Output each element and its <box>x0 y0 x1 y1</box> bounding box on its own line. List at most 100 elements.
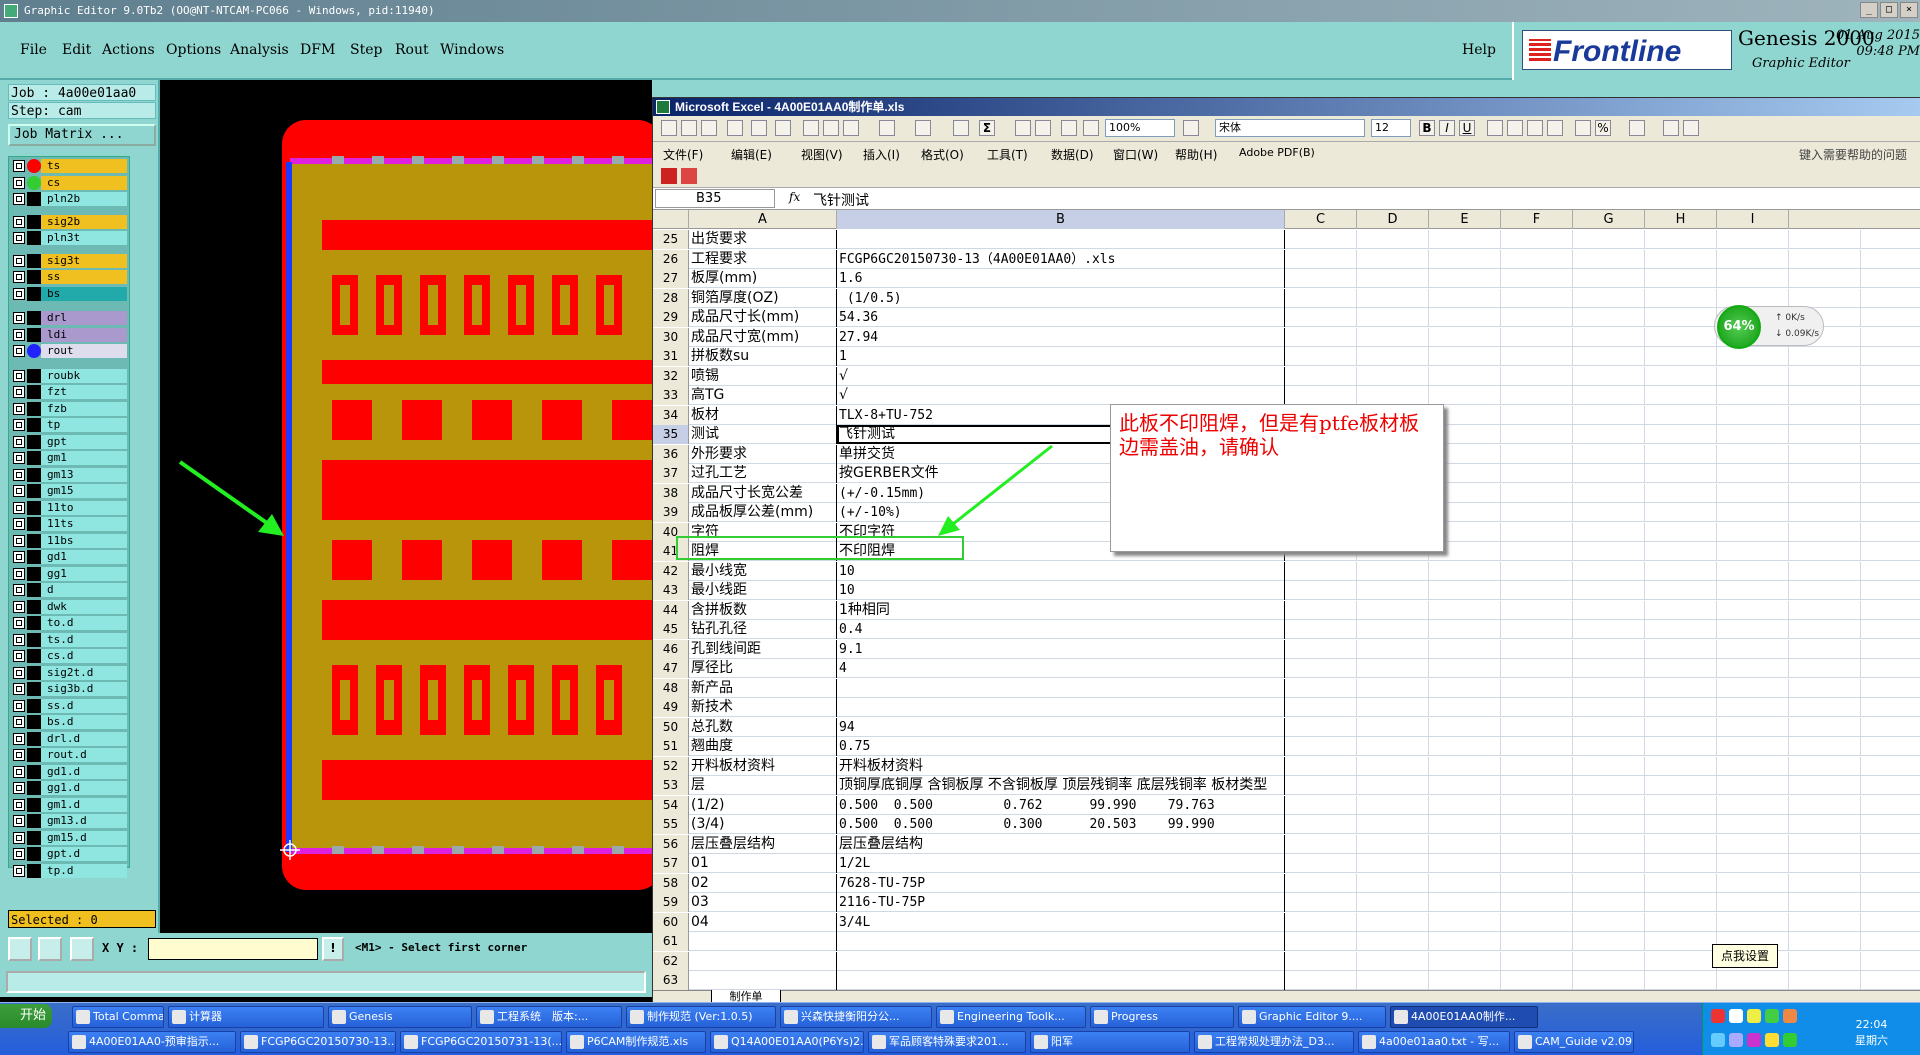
empty-cells[interactable] <box>1285 951 1920 971</box>
tray-icon-2[interactable] <box>1747 1009 1761 1023</box>
row-header[interactable]: 45 <box>653 620 689 639</box>
layer-checkbox[interactable] <box>13 831 25 844</box>
layer-row-d[interactable]: d <box>11 583 128 597</box>
empty-cells[interactable] <box>1285 288 1920 308</box>
row-header[interactable]: 37 <box>653 464 689 483</box>
cell-b[interactable]: 7628-TU-75P <box>837 873 1285 893</box>
layer-name[interactable]: d <box>41 583 127 597</box>
tray-icon-1[interactable] <box>1729 1009 1743 1023</box>
taskbar-button[interactable]: 兴森快捷衡阳分公... <box>780 1006 932 1028</box>
layer-swatch[interactable] <box>27 566 41 581</box>
layer-name[interactable]: gpt.d <box>41 847 127 861</box>
layer-name[interactable]: gg1 <box>41 566 127 581</box>
cell-a[interactable]: 喷锡 <box>689 366 837 386</box>
layer-swatch[interactable] <box>27 368 41 383</box>
cell-b[interactable]: √ <box>837 366 1285 386</box>
layer-checkbox[interactable] <box>13 501 25 514</box>
layer-checkbox[interactable] <box>13 271 25 283</box>
layer-row-gd1[interactable]: gd1 <box>11 550 128 564</box>
tray-icon-6[interactable] <box>1729 1033 1743 1047</box>
layer-swatch[interactable] <box>27 467 41 482</box>
empty-cells[interactable] <box>1285 581 1920 600</box>
layer-swatch[interactable] <box>27 830 41 845</box>
excel-menu-insert[interactable]: 插入(I) <box>863 146 900 163</box>
layer-swatch[interactable] <box>27 311 41 325</box>
layer-row-ts[interactable]: ts <box>11 159 128 173</box>
layer-swatch[interactable] <box>27 214 41 229</box>
cell-b[interactable]: 0.4 <box>837 620 1285 639</box>
cell-a[interactable]: 04 <box>689 912 837 932</box>
empty-cells[interactable] <box>1285 230 1920 249</box>
row-header[interactable]: 38 <box>653 483 689 503</box>
taskbar-button[interactable]: 制作规范 (Ver:1.0.5) <box>626 1006 776 1028</box>
layer-checkbox[interactable] <box>13 215 25 228</box>
column-header-H[interactable]: H <box>1645 210 1717 229</box>
italic-icon[interactable]: I <box>1439 120 1455 136</box>
empty-cells[interactable] <box>1285 893 1920 912</box>
excel-menu-help[interactable]: 帮助(H) <box>1175 146 1217 163</box>
layer-checkbox[interactable] <box>13 600 25 613</box>
layer-row-ldi[interactable]: ldi <box>11 327 128 342</box>
tray-icon-7[interactable] <box>1747 1033 1761 1047</box>
cell-b[interactable] <box>837 698 1285 717</box>
tray-icon-3[interactable] <box>1765 1009 1779 1023</box>
row-header[interactable]: 58 <box>653 873 689 893</box>
layer-name[interactable]: sig3b.d <box>41 682 127 696</box>
layer-swatch[interactable] <box>27 550 41 564</box>
layer-checkbox[interactable] <box>13 160 25 172</box>
row-header[interactable]: 34 <box>653 405 689 425</box>
empty-cells[interactable] <box>1285 639 1920 659</box>
layer-name[interactable]: bs <box>41 286 127 301</box>
outdent-icon[interactable] <box>1683 120 1699 136</box>
layer-row-ts-d[interactable]: ts.d <box>11 632 128 647</box>
layer-row-roubk[interactable]: roubk <box>11 368 128 383</box>
layer-name[interactable]: rout.d <box>41 748 127 762</box>
cell-b[interactable]: 4 <box>837 659 1285 678</box>
layer-checkbox[interactable] <box>13 864 25 877</box>
layer-checkbox[interactable] <box>13 765 25 778</box>
layer-checkbox[interactable] <box>13 435 25 448</box>
sort-desc-icon[interactable] <box>1035 120 1051 136</box>
column-header-A[interactable]: A <box>689 210 837 229</box>
job-matrix-button[interactable]: Job Matrix ... <box>8 124 156 146</box>
cell-b[interactable] <box>837 230 1285 249</box>
layer-checkbox[interactable] <box>13 402 25 415</box>
layer-checkbox[interactable] <box>13 716 25 728</box>
excel-menu-file[interactable]: 文件(F) <box>663 146 703 163</box>
layer-name[interactable]: gm15.d <box>41 830 127 845</box>
cell-a[interactable]: 板厚(mm) <box>689 269 837 288</box>
cell-a[interactable]: (1/2) <box>689 795 837 815</box>
row-header[interactable]: 33 <box>653 386 689 405</box>
cell-a[interactable]: (3/4) <box>689 815 837 834</box>
row-header[interactable]: 54 <box>653 795 689 815</box>
layer-checkbox[interactable] <box>13 287 25 300</box>
empty-cells[interactable] <box>1285 756 1920 776</box>
layer-swatch[interactable] <box>27 583 41 597</box>
layer-name[interactable]: sig2b <box>41 214 127 229</box>
layer-swatch[interactable] <box>27 715 41 729</box>
formula-input[interactable]: 飞针测试 <box>813 190 869 210</box>
empty-cells[interactable] <box>1285 873 1920 893</box>
layer-swatch[interactable] <box>27 418 41 432</box>
layer-row-gpt-d[interactable]: gpt.d <box>11 847 128 861</box>
help-question-box[interactable]: 键入需要帮助的问题 <box>1799 146 1907 163</box>
row-header[interactable]: 55 <box>653 815 689 834</box>
row-header[interactable]: 62 <box>653 951 689 971</box>
hyperlink-icon[interactable] <box>953 120 969 136</box>
taskbar-button[interactable]: FCGP6GC20150731-13(... <box>400 1031 562 1053</box>
layer-row-ss[interactable]: ss <box>11 270 128 284</box>
chart-icon[interactable] <box>1061 120 1077 136</box>
layer-row-drl-d[interactable]: drl.d <box>11 731 128 746</box>
pdf-mail-icon[interactable] <box>681 168 697 184</box>
select-all-corner[interactable] <box>653 210 689 229</box>
cell-b[interactable]: 1.6 <box>837 269 1285 288</box>
autosum-icon[interactable]: Σ <box>979 120 995 136</box>
layer-swatch[interactable] <box>27 863 41 878</box>
cell-b[interactable]: 层压叠层结构 <box>837 834 1285 854</box>
row-header[interactable]: 36 <box>653 444 689 464</box>
layer-name[interactable]: ts <box>41 159 127 173</box>
layer-checkbox[interactable] <box>13 782 25 794</box>
layer-checkbox[interactable] <box>13 650 25 662</box>
layer-checkbox[interactable] <box>13 485 25 497</box>
layer-checkbox[interactable] <box>13 312 25 324</box>
